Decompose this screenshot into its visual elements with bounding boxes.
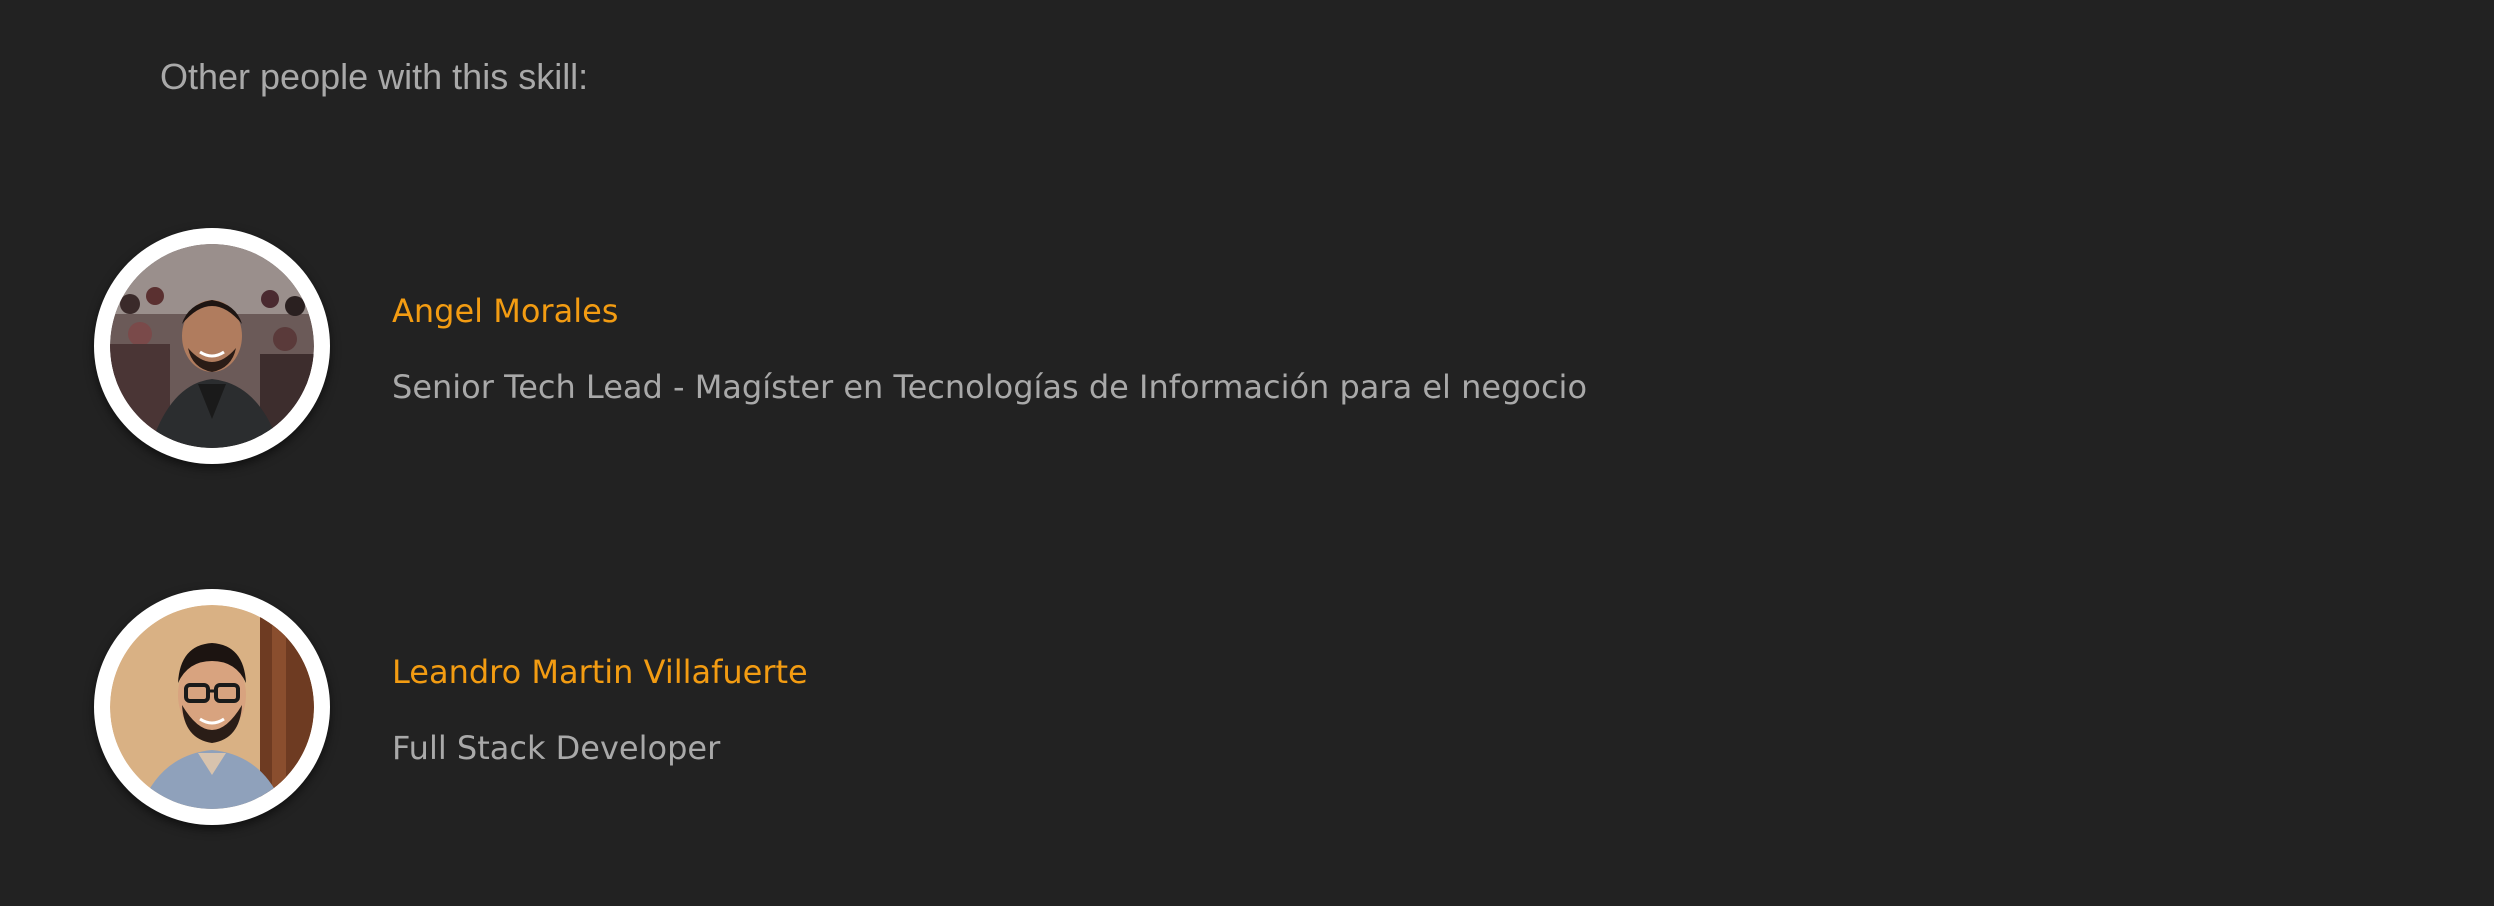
avatar[interactable]	[94, 228, 330, 464]
person-role: Senior Tech Lead - Magíster en Tecnologí…	[392, 368, 1588, 406]
person-card: Angel Morales Senior Tech Lead - Magíste…	[94, 228, 2294, 468]
person-name-link[interactable]: Angel Morales	[392, 292, 618, 330]
section-title: Other people with this skill:	[160, 56, 589, 97]
person-card: Leandro Martin Villafuerte Full Stack De…	[94, 589, 2294, 829]
person-name-link[interactable]: Leandro Martin Villafuerte	[392, 653, 808, 691]
avatar-photo-icon	[110, 605, 314, 809]
avatar-photo-icon	[110, 244, 314, 448]
person-role: Full Stack Developer	[392, 729, 721, 767]
avatar[interactable]	[94, 589, 330, 825]
